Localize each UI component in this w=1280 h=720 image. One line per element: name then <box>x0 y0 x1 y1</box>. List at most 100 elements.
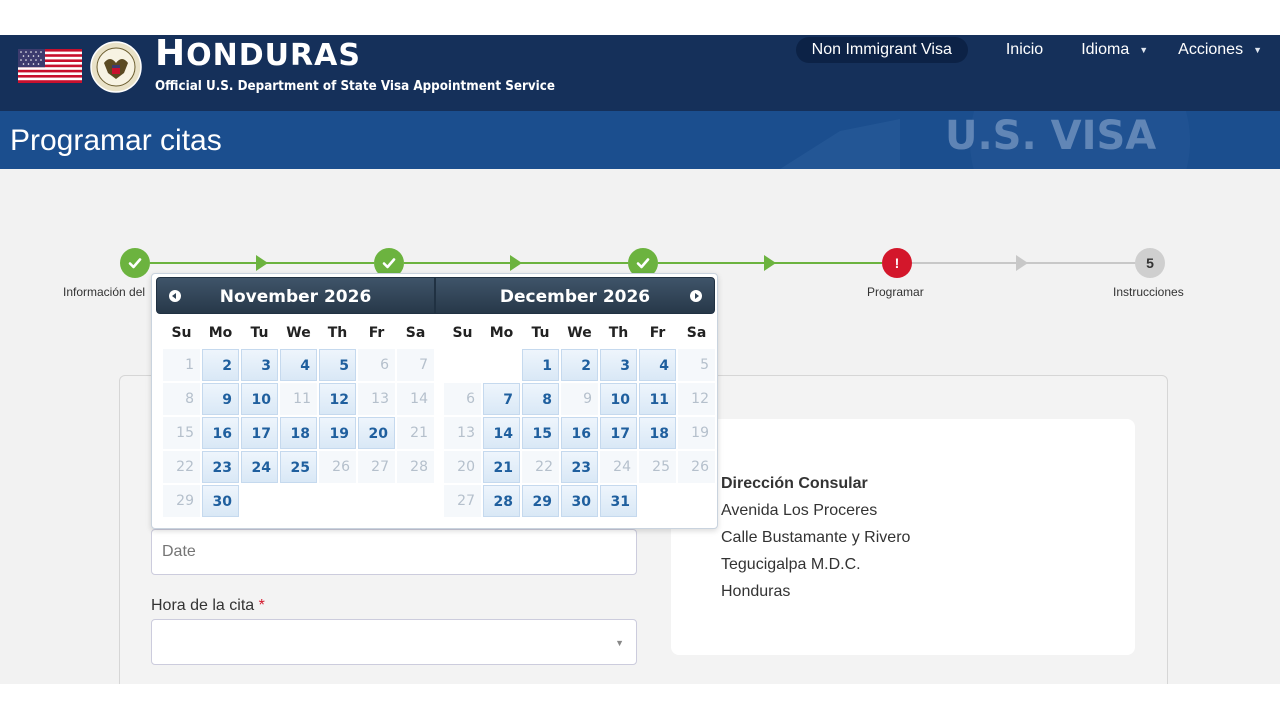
weekday-header: Th <box>327 325 348 341</box>
calendar-day-available[interactable]: 16 <box>202 417 239 449</box>
calendar-day-unavailable: 20 <box>444 451 481 483</box>
calendar-day-available[interactable]: 16 <box>561 417 598 449</box>
calendar-day-available[interactable]: 4 <box>639 349 676 381</box>
calendar-day-available[interactable]: 24 <box>241 451 278 483</box>
calendar-day-available[interactable]: 17 <box>600 417 637 449</box>
calendar-day-available[interactable]: 7 <box>483 383 520 415</box>
calendar-day-available[interactable]: 14 <box>483 417 520 449</box>
calendar-day-available[interactable]: 1 <box>522 349 559 381</box>
weekday-header: Tu <box>531 325 550 341</box>
calendar-day-unavailable: 6 <box>444 383 481 415</box>
calendar-day-unavailable: 1 <box>163 349 200 381</box>
step-5-number: 5 <box>1135 248 1165 278</box>
calendar-day-available[interactable]: 2 <box>561 349 598 381</box>
weekday-header: Fr <box>368 325 385 341</box>
calendar-day-available[interactable]: 29 <box>522 485 559 517</box>
step-4-label: Programar <box>867 285 924 299</box>
calendar-day-available[interactable]: 3 <box>600 349 637 381</box>
top-nav: Non Immigrant Visa Inicio Idioma ▼ Accion… <box>795 37 1262 63</box>
us-flag-icon <box>18 49 82 83</box>
calendar-day-available[interactable]: 19 <box>319 417 356 449</box>
calendar-day-available[interactable]: 9 <box>202 383 239 415</box>
calendar-day-available[interactable]: 21 <box>483 451 520 483</box>
weekday-header: Mo <box>208 325 233 341</box>
page-title: Programar citas <box>10 124 222 157</box>
calendar-day-unavailable: 21 <box>397 417 434 449</box>
calendar-day-available[interactable]: 2 <box>202 349 239 381</box>
step-arrow-icon <box>1016 255 1028 271</box>
weekday-header: Th <box>608 325 629 341</box>
calendar-day-available[interactable]: 30 <box>202 485 239 517</box>
calendar-day-available[interactable]: 18 <box>639 417 676 449</box>
appointment-time-select[interactable]: ▼ <box>151 619 637 665</box>
calendar-day-unavailable: 22 <box>163 451 200 483</box>
nav-actions-menu[interactable]: Acciones ▼ <box>1178 41 1262 59</box>
calendar-day-available[interactable]: 17 <box>241 417 278 449</box>
calendar-day-unavailable: 6 <box>358 349 395 381</box>
calendar-day-available[interactable]: 31 <box>600 485 637 517</box>
calendar-day-available[interactable]: 11 <box>639 383 676 415</box>
step-5-mark: 5 <box>1146 255 1154 271</box>
brand-subtitle: Official U.S. Department of State Visa A… <box>155 79 555 94</box>
month-title: November 2026 <box>219 287 372 307</box>
appointment-date-input[interactable] <box>151 529 637 575</box>
nav-home-link[interactable]: Inicio <box>1006 41 1043 59</box>
address-line: Tegucigalpa M.D.C. <box>721 556 861 573</box>
address-heading: Dirección Consular <box>721 475 868 492</box>
calendar-day-available[interactable]: 30 <box>561 485 598 517</box>
calendar-day-available[interactable]: 3 <box>241 349 278 381</box>
calendar-day-available[interactable]: 25 <box>280 451 317 483</box>
brand-title-initial: H <box>155 35 187 74</box>
step-5-label: Instrucciones <box>1113 285 1184 299</box>
calendar-day-unavailable: 26 <box>319 451 356 483</box>
calendar-day-unavailable: 12 <box>678 383 715 415</box>
calendar-day-available[interactable]: 18 <box>280 417 317 449</box>
calendar-day-available[interactable]: 15 <box>522 417 559 449</box>
calendar-day-available[interactable]: 20 <box>358 417 395 449</box>
calendar-day-available[interactable]: 28 <box>483 485 520 517</box>
calendar-day-available[interactable]: 10 <box>600 383 637 415</box>
datepicker-header-november: November 2026 <box>156 277 435 314</box>
address-line: Calle Bustamante y Rivero <box>721 529 911 546</box>
step-arrow-icon <box>510 255 522 271</box>
appointment-time-label-text: Hora de la cita <box>151 597 255 614</box>
page-title-band: U.S. VISA Programar citas <box>0 111 1280 169</box>
select-caret-icon: ▼ <box>615 638 624 648</box>
nav-actions-label: Acciones <box>1178 41 1244 58</box>
calendar-day-available[interactable]: 5 <box>319 349 356 381</box>
consular-address-panel: Dirección Consular Avenida Los Proceres … <box>671 419 1135 655</box>
step-1-label: Información del <box>63 285 146 299</box>
browser-viewport: HONDURAS Official U.S. Department of Sta… <box>0 35 1280 684</box>
calendar-day-available[interactable]: 23 <box>561 451 598 483</box>
nav-language-menu[interactable]: Idioma ▼ <box>1081 41 1148 59</box>
calendar-day-unavailable: 9 <box>561 383 598 415</box>
weekday-header: Fr <box>649 325 666 341</box>
calendar-day-available[interactable]: 10 <box>241 383 278 415</box>
calendar-day-unavailable: 25 <box>639 451 676 483</box>
calendar-day-unavailable: 11 <box>280 383 317 415</box>
visa-watermark-icon: U.S. VISA <box>780 111 1190 169</box>
calendar-day-unavailable: 5 <box>678 349 715 381</box>
step-arrow-icon <box>764 255 776 271</box>
calendar-day-available[interactable]: 8 <box>522 383 559 415</box>
nav-home-label: Inicio <box>1005 41 1044 58</box>
site-header: HONDURAS Official U.S. Department of Sta… <box>0 35 1280 111</box>
datepicker-header-december: December 2026 <box>435 277 715 314</box>
calendar-day-available[interactable]: 4 <box>280 349 317 381</box>
calendar-day-unavailable: 27 <box>444 485 481 517</box>
calendar-day-available[interactable]: 23 <box>202 451 239 483</box>
step-1-check-icon <box>120 248 150 278</box>
calendar-day-unavailable: 13 <box>444 417 481 449</box>
step-4-mark: ! <box>894 255 900 271</box>
weekday-header: We <box>567 325 592 341</box>
calendar-day-available[interactable]: 12 <box>319 383 356 415</box>
address-line: Honduras <box>721 583 791 600</box>
next-month-icon[interactable] <box>690 290 702 302</box>
calendar-day-unavailable: 27 <box>358 451 395 483</box>
weekday-header: Sa <box>686 325 707 341</box>
caret-down-icon: ▼ <box>1253 45 1262 55</box>
calendar-day-unavailable: 7 <box>397 349 434 381</box>
visa-type-pill[interactable]: Non Immigrant Visa <box>795 37 968 63</box>
appointment-time-label: Hora de la cita * <box>151 597 265 615</box>
brand-title-rest: ONDURAS <box>186 38 361 73</box>
